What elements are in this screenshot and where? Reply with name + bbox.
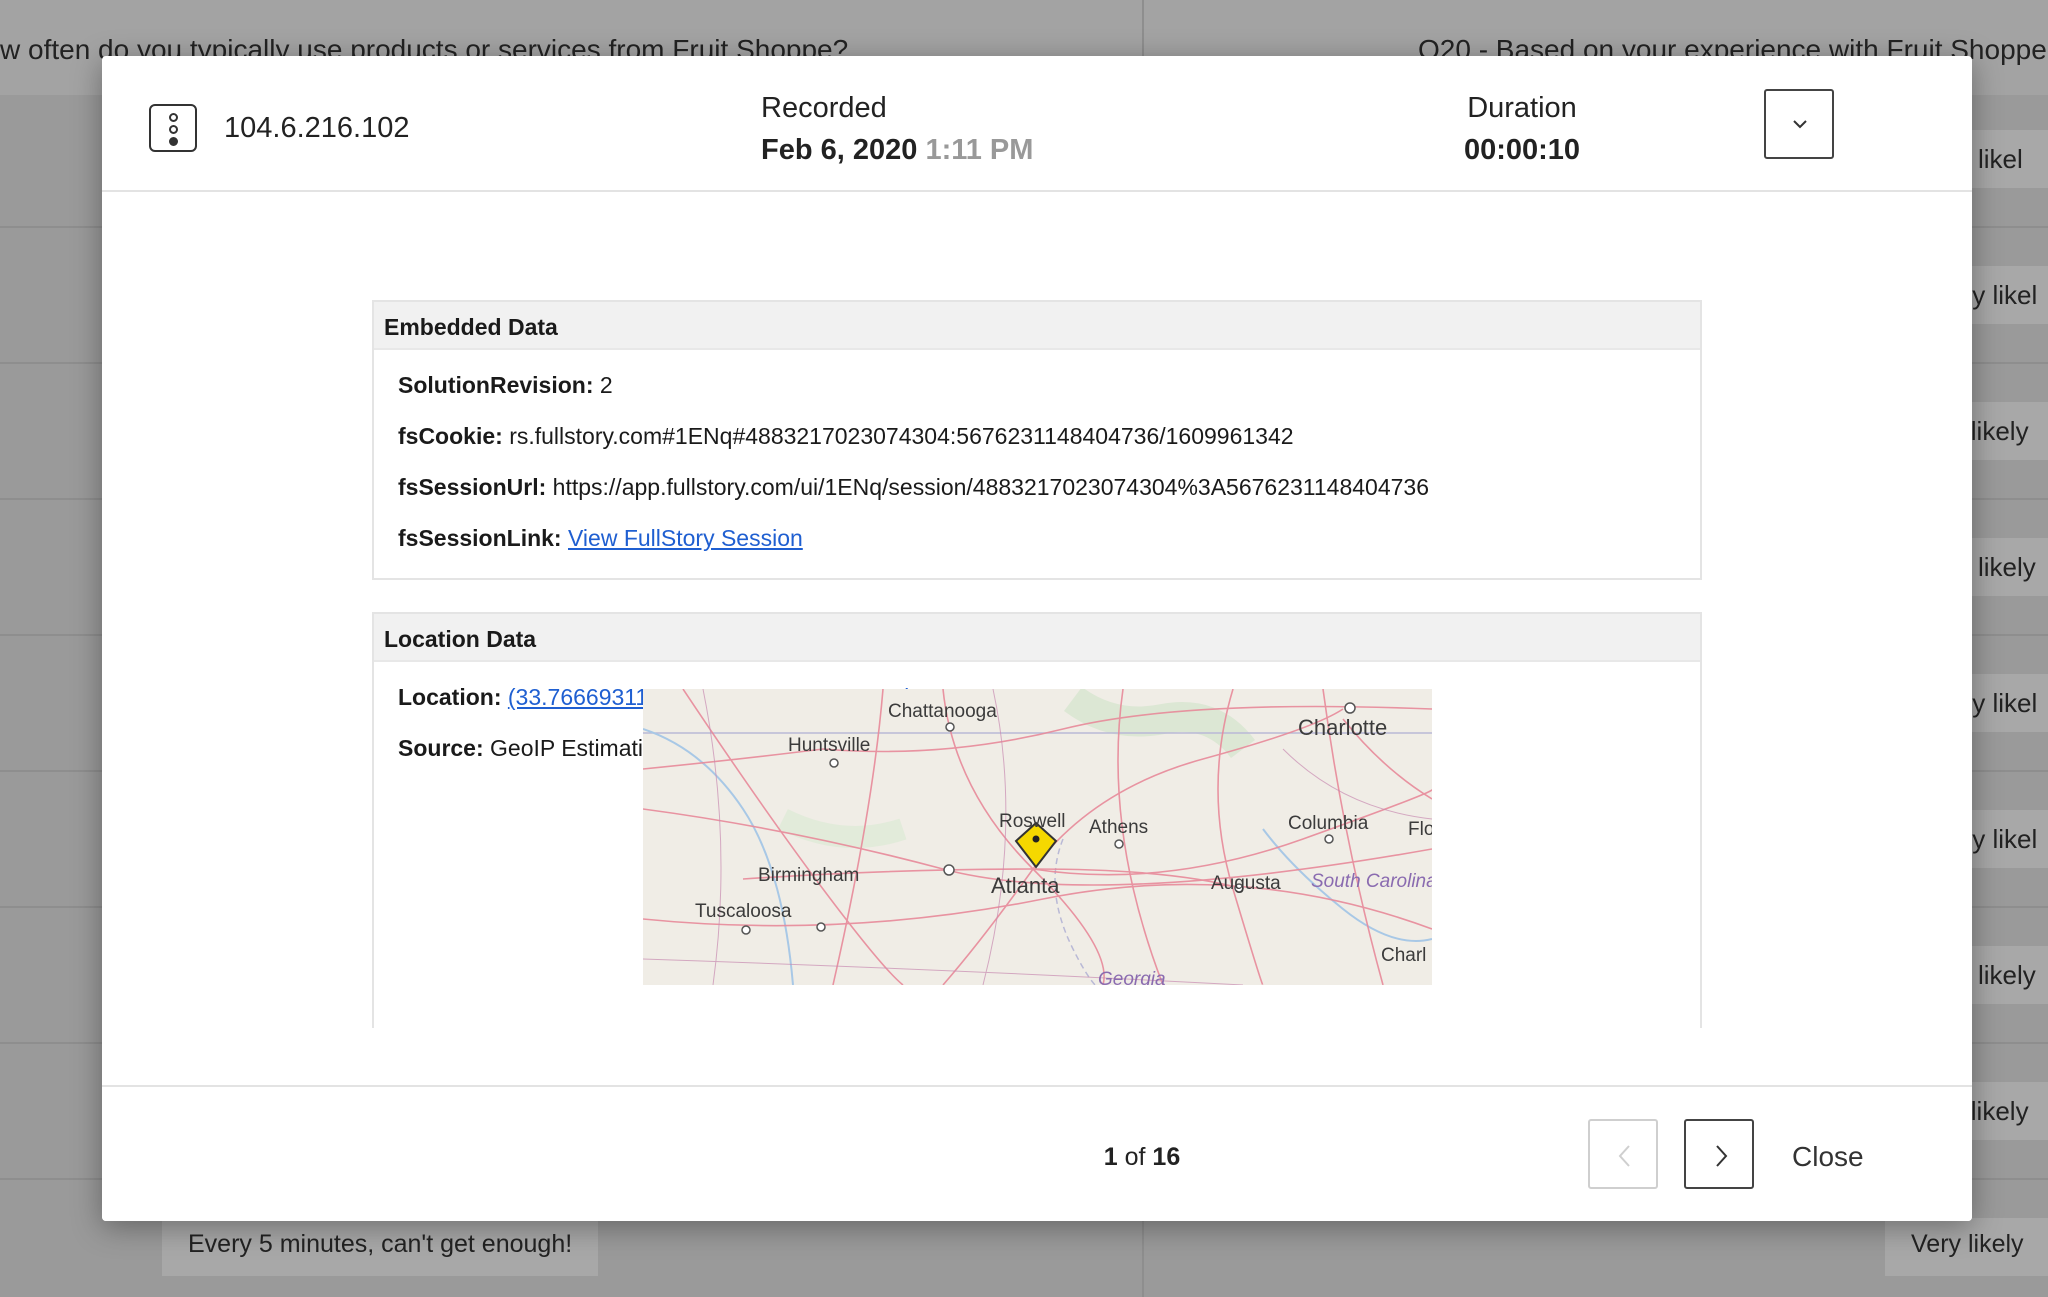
- embedded-data-panel: Embedded Data SolutionRevision: 2 fsCook…: [372, 300, 1702, 580]
- embedded-row-fs-session-link: fsSessionLink: View FullStory Session: [398, 513, 1700, 564]
- next-response-button[interactable]: [1684, 1119, 1754, 1189]
- map-label: Athens: [1089, 817, 1149, 838]
- modal-footer: 1 of 16 Close: [102, 1085, 1972, 1221]
- device-icon-dot: [169, 137, 178, 146]
- location-map[interactable]: Chattanooga Huntsville Charlotte Roswell…: [643, 689, 1432, 985]
- map-label: Roswell: [999, 811, 1066, 832]
- embedded-value: https://app.fullstory.com/ui/1ENq/sessio…: [552, 474, 1430, 500]
- previous-response-button[interactable]: [1588, 1119, 1658, 1189]
- map-label: Georgia: [1098, 969, 1166, 985]
- device-icon-dot: [169, 113, 178, 122]
- source-value: GeoIP Estimation: [490, 735, 669, 761]
- chevron-down-icon: [1793, 120, 1807, 129]
- map-label: Chattanooga: [888, 701, 997, 722]
- map-label: Flo: [1408, 819, 1432, 840]
- ip-address: 104.6.216.102: [224, 112, 410, 144]
- pagination-indicator: 1 of 16: [992, 1143, 1292, 1172]
- embedded-key: fsCookie:: [398, 423, 503, 449]
- options-dropdown-button[interactable]: [1764, 89, 1834, 159]
- map-label: Columbia: [1288, 813, 1369, 834]
- modal-header: 104.6.216.102 Recorded Feb 6, 2020 1:11 …: [102, 56, 1972, 192]
- background-answer-cell: Very likely: [1885, 1218, 2048, 1276]
- duration-value: 00:00:10: [1463, 134, 1581, 166]
- view-fullstory-session-link[interactable]: View FullStory Session: [568, 525, 803, 551]
- modal-body[interactable]: Embedded Data SolutionRevision: 2 fsCook…: [102, 194, 1972, 1028]
- map-label: Augusta: [1211, 873, 1281, 894]
- background-answer-cell: Every 5 minutes, can't get enough!: [162, 1218, 599, 1276]
- recorded-label: Recorded: [761, 92, 887, 124]
- embedded-data-title: Embedded Data: [374, 302, 1700, 350]
- embedded-key: SolutionRevision:: [398, 372, 594, 398]
- location-data-title: Location Data: [374, 614, 1700, 662]
- pagination-of: of: [1124, 1143, 1146, 1171]
- map-label: Tuscaloosa: [695, 901, 792, 922]
- device-icon-dot: [169, 125, 178, 134]
- response-detail-modal: 104.6.216.102 Recorded Feb 6, 2020 1:11 …: [102, 56, 1972, 1221]
- map-label: South Carolina: [1311, 871, 1432, 892]
- current-page: 1: [1103, 1143, 1118, 1171]
- embedded-key: fsSessionUrl:: [398, 474, 547, 500]
- embedded-value: 2: [599, 372, 613, 398]
- embedded-key: fsSessionLink:: [398, 525, 562, 551]
- map-label: Charlotte: [1298, 715, 1388, 740]
- chevron-right-icon: [1716, 1145, 1728, 1167]
- embedded-row-solution-revision: SolutionRevision: 2: [398, 360, 1700, 411]
- close-button[interactable]: Close: [1792, 1141, 1864, 1173]
- duration-label: Duration: [1467, 92, 1577, 124]
- recorded-time: 1:11 PM: [925, 134, 1034, 166]
- location-key: Location:: [398, 684, 502, 710]
- embedded-row-fs-session-url: fsSessionUrl: https://app.fullstory.com/…: [398, 462, 1700, 513]
- recorded-date: Feb 6, 2020: [761, 134, 918, 166]
- embedded-value: rs.fullstory.com#1ENq#4883217023074304:5…: [509, 423, 1294, 449]
- map-label: Atlanta: [991, 873, 1060, 898]
- device-desktop-icon: [149, 104, 197, 152]
- source-key: Source:: [398, 735, 484, 761]
- total-pages: 16: [1152, 1143, 1181, 1171]
- chevron-left-icon: [1618, 1145, 1630, 1167]
- recorded-value: Feb 6, 2020 1:11 PM: [761, 134, 1033, 167]
- map-label: Huntsville: [788, 735, 871, 756]
- map-label: Birmingham: [758, 865, 860, 886]
- map-label: Charl: [1381, 945, 1427, 966]
- embedded-row-fs-cookie: fsCookie: rs.fullstory.com#1ENq#48832170…: [398, 411, 1700, 462]
